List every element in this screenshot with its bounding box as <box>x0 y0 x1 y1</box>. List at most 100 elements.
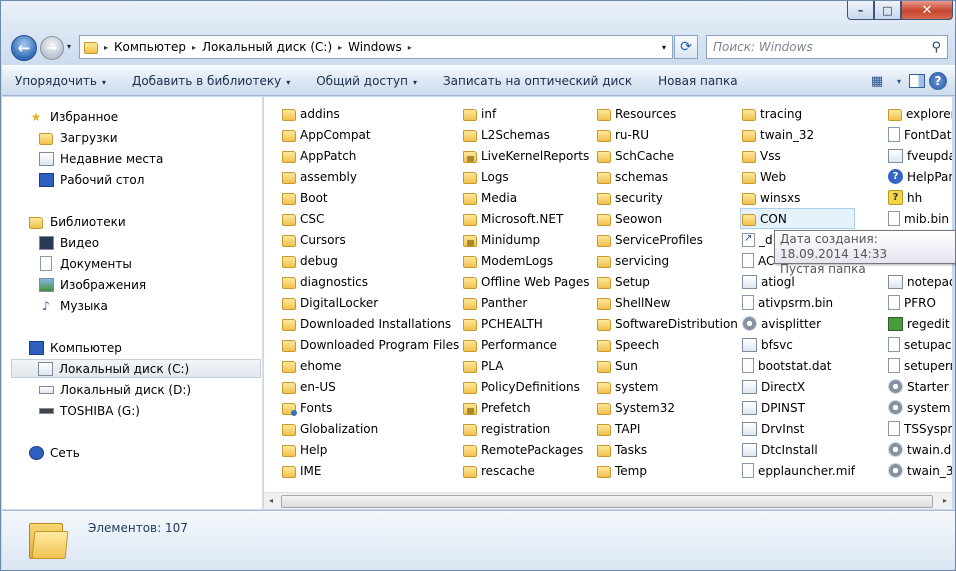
file-item[interactable]: L2Schemas <box>463 124 589 145</box>
file-item[interactable]: LiveKernelReports <box>463 145 589 166</box>
maximize-button[interactable]: □ <box>874 1 901 20</box>
scroll-thumb[interactable] <box>281 495 933 508</box>
file-item[interactable]: system <box>888 397 952 418</box>
sidebar-item-music[interactable]: ♪ Музыка <box>38 296 108 315</box>
file-item[interactable]: Globalization <box>282 418 459 439</box>
file-item[interactable]: Boot <box>282 187 459 208</box>
file-item[interactable]: avisplitter <box>742 313 855 334</box>
file-item[interactable]: Help <box>282 439 459 460</box>
file-item[interactable]: AppPatch <box>282 145 459 166</box>
file-item[interactable]: CSC <box>282 208 459 229</box>
file-item[interactable]: Fonts <box>282 397 459 418</box>
chevron-right-icon[interactable]: ▸ <box>336 43 344 52</box>
chevron-right-icon[interactable]: ▸ <box>406 43 414 52</box>
preview-pane-icon[interactable] <box>909 74 925 88</box>
search-input[interactable]: Поиск: Windows ⚲ <box>706 35 948 59</box>
share-menu[interactable]: Общий доступ ▾ <box>303 74 430 88</box>
back-button[interactable]: ← <box>11 35 37 61</box>
sidebar-item-recent[interactable]: Недавние места <box>38 149 163 168</box>
file-item[interactable]: diagnostics <box>282 271 459 292</box>
file-item[interactable]: RemotePackages <box>463 439 589 460</box>
file-item[interactable]: ? HelpPan <box>888 166 952 187</box>
breadcrumb-disk-c[interactable]: Локальный диск (C:) <box>198 40 336 54</box>
file-item[interactable]: IME <box>282 460 459 481</box>
refresh-button[interactable]: ⟳ <box>674 35 698 59</box>
view-dropdown-icon[interactable]: ▾ <box>893 70 905 92</box>
scroll-right-icon[interactable]: ▸ <box>943 496 947 505</box>
file-item[interactable]: DPINST <box>742 397 855 418</box>
minimize-button[interactable]: – <box>847 1 874 20</box>
file-item[interactable]: DirectX <box>742 376 855 397</box>
file-item[interactable]: Sun <box>597 355 738 376</box>
sidebar-item-disk-d[interactable]: Локальный диск (D:) <box>38 380 191 399</box>
file-item[interactable]: Prefetch <box>463 397 589 418</box>
sidebar-item-computer[interactable]: Компьютер <box>28 338 122 357</box>
file-item[interactable]: CON <box>740 208 855 229</box>
file-item[interactable]: PolicyDefinitions <box>463 376 589 397</box>
recent-pages-dropdown-icon[interactable]: ▾ <box>67 42 71 51</box>
file-item[interactable]: registration <box>463 418 589 439</box>
file-item[interactable]: twain_32 <box>888 460 952 481</box>
file-item[interactable]: TSSyspr <box>888 418 952 439</box>
file-item[interactable]: DrvInst <box>742 418 855 439</box>
file-item[interactable]: epplauncher.mif <box>742 460 855 481</box>
file-item[interactable]: winsxs <box>742 187 855 208</box>
file-item[interactable]: PFRO <box>888 292 952 313</box>
file-item[interactable]: Downloaded Program Files <box>282 334 459 355</box>
file-item[interactable]: SchCache <box>597 145 738 166</box>
file-item[interactable]: Speech <box>597 334 738 355</box>
file-item[interactable]: ehome <box>282 355 459 376</box>
file-item[interactable]: SoftwareDistribution <box>597 313 738 334</box>
close-button[interactable]: ✕ <box>901 1 953 20</box>
chevron-right-icon[interactable]: ▸ <box>190 43 198 52</box>
file-item[interactable]: ru-RU <box>597 124 738 145</box>
sidebar-item-downloads[interactable]: Загрузки <box>38 128 118 147</box>
file-item[interactable]: fveupda <box>888 145 952 166</box>
file-item[interactable]: Web <box>742 166 855 187</box>
file-item[interactable]: addins <box>282 103 459 124</box>
file-item[interactable]: explorer <box>888 103 952 124</box>
file-item[interactable]: Panther <box>463 292 589 313</box>
file-item[interactable]: assembly <box>282 166 459 187</box>
file-item[interactable]: Starter <box>888 376 952 397</box>
breadcrumb-computer[interactable]: Компьютер <box>110 40 190 54</box>
file-item[interactable]: Microsoft.NET <box>463 208 589 229</box>
file-item[interactable]: TAPI <box>597 418 738 439</box>
file-item[interactable]: Temp <box>597 460 738 481</box>
file-item[interactable]: mib.bin <box>888 208 952 229</box>
sidebar-item-desktop[interactable]: Рабочий стол <box>38 170 144 189</box>
file-item[interactable]: PCHEALTH <box>463 313 589 334</box>
new-folder-button[interactable]: Новая папка <box>645 74 750 88</box>
address-bar[interactable]: ▸ Компьютер ▸ Локальный диск (C:) ▸ Wind… <box>79 35 673 59</box>
file-item[interactable]: system <box>597 376 738 397</box>
breadcrumb-windows[interactable]: Windows <box>344 40 406 54</box>
file-item[interactable]: tracing <box>742 103 855 124</box>
file-item[interactable]: bfsvc <box>742 334 855 355</box>
file-item[interactable]: ativpsrm.bin <box>742 292 855 313</box>
file-item[interactable]: servicing <box>597 250 738 271</box>
file-item[interactable]: twain_32 <box>742 124 855 145</box>
sidebar-item-disk-c[interactable]: Локальный диск (C:) <box>11 359 261 378</box>
file-item[interactable]: regedit <box>888 313 952 334</box>
file-item[interactable]: ModemLogs <box>463 250 589 271</box>
file-item[interactable]: Minidump <box>463 229 589 250</box>
file-item[interactable]: inf <box>463 103 589 124</box>
file-item[interactable]: DigitalLocker <box>282 292 459 313</box>
sidebar-item-favorites[interactable]: ★ Избранное <box>28 107 119 126</box>
file-item[interactable]: DtcInstall <box>742 439 855 460</box>
file-item[interactable]: Seowon <box>597 208 738 229</box>
file-item[interactable]: twain.dll <box>888 439 952 460</box>
file-item[interactable]: Logs <box>463 166 589 187</box>
sidebar-item-toshiba[interactable]: TOSHIBA (G:) <box>38 401 140 420</box>
chevron-right-icon[interactable]: ▸ <box>102 43 110 52</box>
file-item[interactable]: Setup <box>597 271 738 292</box>
file-item[interactable]: Media <box>463 187 589 208</box>
file-item[interactable]: bootstat.dat <box>742 355 855 376</box>
file-item[interactable]: AppCompat <box>282 124 459 145</box>
file-item[interactable]: schemas <box>597 166 738 187</box>
file-item[interactable]: ? hh <box>888 187 952 208</box>
sidebar-item-libraries[interactable]: Библиотеки <box>28 212 126 231</box>
change-view-icon[interactable]: ▦ <box>865 70 889 92</box>
file-item[interactable]: rescache <box>463 460 589 481</box>
file-item[interactable]: Performance <box>463 334 589 355</box>
